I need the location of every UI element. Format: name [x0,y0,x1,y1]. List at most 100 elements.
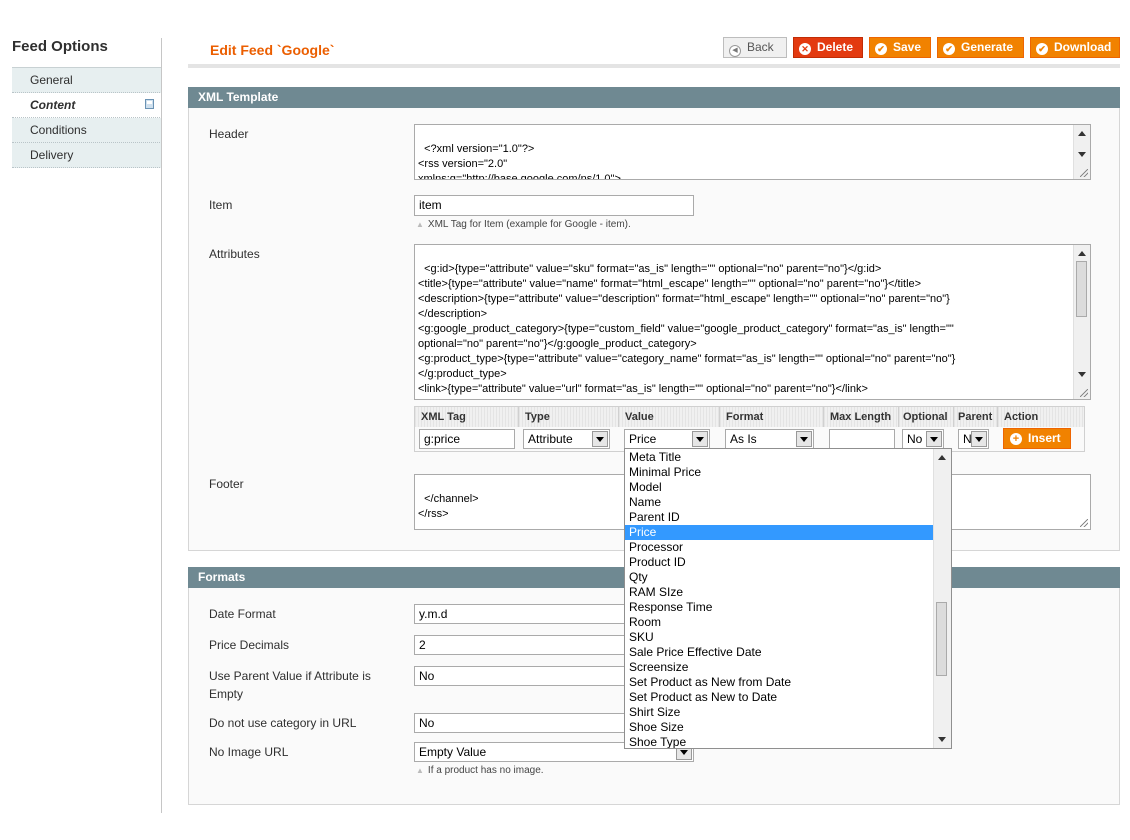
sidebar-item-label: Conditions [30,123,87,137]
dropdown-option[interactable]: Shoe Size [625,720,934,735]
title-divider [188,64,1120,68]
dropdown-option[interactable]: Price [625,525,934,540]
col-parent: Parent [954,407,998,427]
dropdown-option[interactable]: Screensize [625,660,934,675]
scroll-up-icon[interactable] [1078,251,1086,256]
parent-select[interactable]: N [958,429,989,449]
chevron-down-icon [796,431,812,447]
value-dropdown-list[interactable]: Meta Title Minimal Price Model Name Parent I… [624,448,952,749]
dropdown-option[interactable]: RAM SIze [625,585,934,600]
dropdown-option[interactable]: Shirt Size [625,705,934,720]
dropdown-option[interactable]: Set Product as New from Date [625,675,934,690]
value-select[interactable]: Price [624,429,710,449]
resize-grip-icon[interactable] [1080,519,1088,527]
scroll-down-icon[interactable] [938,737,946,742]
resize-grip-icon[interactable] [1080,169,1088,177]
col-format: Format [720,407,824,427]
use-parent-select-value: No [419,669,435,683]
col-type: Type [519,407,619,427]
item-note: XML Tag for Item (example for Google - i… [416,219,631,230]
scroll-thumb[interactable] [1076,261,1087,317]
no-category-url-label: Do not use category in URL [209,716,357,730]
scroll-down-icon[interactable] [1078,372,1086,377]
resize-grip-icon[interactable] [1080,389,1088,397]
no-image-url-select-value: Empty Value [419,745,487,759]
format-select-value: As Is [730,432,757,446]
sidebar-item-label: Delivery [30,148,74,162]
sidebar-item-label: Content [30,98,76,112]
footer-label: Footer [209,477,244,491]
delete-button[interactable]: ✕ Delete [793,37,863,58]
attributes-label: Attributes [209,247,260,261]
attributes-scrollbar[interactable] [1073,245,1090,399]
no-image-note: If a product has no image. [416,765,544,776]
dropdown-option[interactable]: Model [625,480,934,495]
sidebar-item-content[interactable]: Content [12,93,162,118]
no-category-url-select-value: No [419,716,435,730]
insert-button-label: Insert [1028,431,1061,445]
generate-button-label: Generate [961,40,1014,54]
item-label: Item [209,198,233,212]
check-icon: ✔ [943,43,955,55]
header-textarea[interactable]: <?xml version="1.0"?> <rss version="2.0"… [414,124,1091,180]
scroll-up-icon[interactable] [1078,131,1086,136]
dropdown-option[interactable]: Set Product as New to Date [625,690,934,705]
attributes-textarea-content: <g:id>{type="attribute" value="sku" form… [418,263,976,399]
dropdown-option[interactable]: Room [625,615,934,630]
price-decimals-label: Price Decimals [209,638,290,652]
value-select-value: Price [629,432,657,446]
dropdown-option[interactable]: Name [625,495,934,510]
dropdown-option[interactable]: Response Time [625,600,934,615]
col-xml-tag: XML Tag [415,407,519,427]
download-button[interactable]: ✔ Download [1030,37,1120,58]
dropdown-option[interactable]: Minimal Price [625,465,934,480]
optional-select[interactable]: No [902,429,944,449]
sidebar-title: Feed Options [12,38,108,55]
col-optional: Optional [899,407,954,427]
download-button-label: Download [1054,40,1112,54]
sidebar-divider [161,38,162,813]
value-dropdown-options: Meta Title Minimal Price Model Name Parent I… [625,449,951,748]
generate-button[interactable]: ✔ Generate [937,37,1024,58]
save-state-icon [145,99,154,109]
sidebar-item-general[interactable]: General [12,67,162,93]
chevron-down-icon [926,431,942,447]
dropdown-option[interactable]: Qty [625,570,934,585]
dropdown-option[interactable]: SKU [625,630,934,645]
xml-template-section-header: XML Template [188,87,1120,108]
dropdown-option[interactable]: Processor [625,540,934,555]
delete-x-icon: ✕ [799,43,811,55]
header-label: Header [209,127,249,141]
sidebar-nav: General Content Conditions Delivery [12,67,162,168]
dropdown-option[interactable]: Product ID [625,555,934,570]
type-select-value: Attribute [528,432,573,446]
scroll-down-icon[interactable] [1078,152,1086,157]
footer-textarea-content: </channel> </rss> [418,493,479,520]
max-length-input[interactable] [829,429,895,449]
xml-tag-input[interactable]: g:price [419,429,515,449]
plus-icon: + [1010,433,1022,445]
format-select[interactable]: As Is [725,429,814,449]
scroll-up-icon[interactable] [938,455,946,460]
type-select[interactable]: Attribute [523,429,610,449]
col-action: Action [998,407,1084,427]
dropdown-option[interactable]: Parent ID [625,510,934,525]
scroll-thumb[interactable] [936,602,947,676]
sidebar-item-delivery[interactable]: Delivery [12,143,162,168]
back-button[interactable]: ◀ Back [723,37,787,58]
sidebar-item-conditions[interactable]: Conditions [12,118,162,143]
sidebar-item-label: General [30,73,73,87]
dropdown-option[interactable]: Sale Price Effective Date [625,645,934,660]
item-input[interactable]: item [414,195,694,216]
back-button-label: Back [747,40,774,54]
dropdown-option[interactable]: Meta Title [625,450,934,465]
check-icon: ✔ [875,43,887,55]
dropdown-scrollbar[interactable] [933,449,951,748]
dropdown-option[interactable]: Shoe Type [625,735,934,748]
insert-button[interactable]: + Insert [1003,428,1071,449]
chevron-down-icon [971,431,987,447]
save-button-label: Save [893,40,922,54]
attributes-textarea[interactable]: <g:id>{type="attribute" value="sku" form… [414,244,1091,400]
save-button[interactable]: ✔ Save [869,37,931,58]
use-parent-label: Use Parent Value if Attribute is Empty [209,669,371,701]
